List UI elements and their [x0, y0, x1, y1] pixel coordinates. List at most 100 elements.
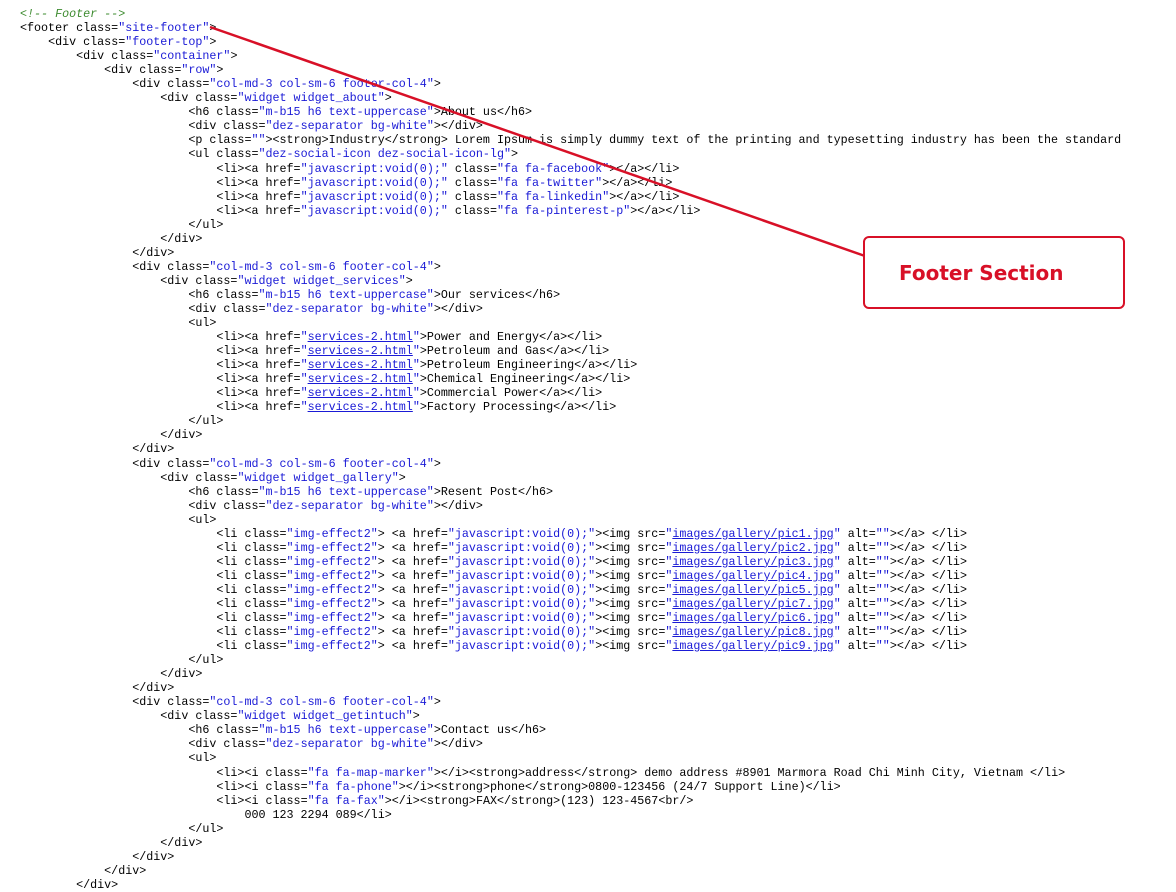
- code-token-val: "col-md-3 col-sm-6 footer-col-4": [209, 695, 434, 710]
- code-token-val: "container": [153, 49, 231, 64]
- code-token-tag: </a></li>: [553, 400, 617, 415]
- code-token-text: Power and Energy: [426, 330, 540, 345]
- code-token-link[interactable]: images/gallery/pic2.jpg: [672, 541, 833, 555]
- code-token-val: "": [875, 596, 890, 611]
- code-token-val: "col-md-3 col-sm-6 footer-col-4": [209, 456, 434, 471]
- code-token-link[interactable]: services-2.html: [308, 358, 413, 372]
- code-line: <li><a href="services-2.html">Commercial…: [20, 386, 1121, 400]
- code-token-link[interactable]: services-2.html: [308, 344, 413, 358]
- code-token-tag: <div: [188, 498, 224, 513]
- code-token-tag: <div: [160, 91, 196, 106]
- code-token-tag: <li><a: [216, 372, 266, 387]
- code-token-attr: href=: [412, 582, 448, 597]
- code-token-val: ": [833, 639, 841, 654]
- code-line: <ul>: [20, 316, 1121, 330]
- code-token-tag: ><img: [595, 582, 638, 597]
- code-token-attr: class=: [216, 723, 259, 738]
- code-token-tag: <li><i: [216, 779, 266, 794]
- code-token-tag: ></a> </li>: [889, 639, 967, 654]
- code-token-tag: > <a: [377, 596, 413, 611]
- code-line: </div>: [20, 442, 1121, 456]
- code-token-tag: <li: [216, 611, 245, 626]
- code-token-val: "javascript:void(0);": [447, 526, 596, 541]
- code-line: <div class="dez-separator bg-white"></di…: [20, 499, 1121, 513]
- code-token-attr: href=: [265, 358, 301, 373]
- code-line: </div>: [20, 836, 1121, 850]
- code-token-val: "widget widget_gallery": [237, 470, 399, 485]
- code-token-tag: ><strong>: [265, 133, 329, 148]
- code-token-val: "img-effect2": [286, 540, 378, 555]
- code-token-val: "m-b15 h6 text-uppercase": [258, 287, 434, 302]
- code-token-val: "javascript:void(0);": [447, 554, 596, 569]
- code-token-tag: >: [510, 147, 518, 162]
- code-token-val: "fa fa-phone": [307, 779, 399, 794]
- code-token-val: ": [300, 386, 308, 401]
- code-line: <li><i class="fa fa-fax"></i><strong>FAX…: [20, 794, 1121, 808]
- code-token-attr: class=: [244, 596, 287, 611]
- code-token-tag: </ul>: [188, 653, 224, 668]
- code-token-link[interactable]: services-2.html: [308, 372, 413, 386]
- code-line: </div>: [20, 878, 1121, 892]
- code-token-link[interactable]: images/gallery/pic8.jpg: [672, 625, 833, 639]
- code-line: </div>: [20, 864, 1121, 878]
- footer-section-callout: Footer Section: [863, 236, 1125, 309]
- code-token-tag: <h6: [188, 484, 217, 499]
- code-token-link[interactable]: images/gallery/pic9.jpg: [672, 639, 833, 653]
- code-token-tag: </h6>: [525, 287, 561, 302]
- code-line: <li class="img-effect2"> <a href="javasc…: [20, 569, 1121, 583]
- code-token-tag: </ul>: [188, 217, 224, 232]
- code-token-val: "": [875, 526, 890, 541]
- code-token-text: Petroleum and Gas: [426, 344, 547, 359]
- code-line: <li><a href="services-2.html">Petroleum …: [20, 344, 1121, 358]
- code-token-tag: <div: [160, 709, 196, 724]
- code-token-text: demo address #8901 Marmora Road Chi Minh…: [637, 765, 1031, 780]
- code-line: <li class="img-effect2"> <a href="javasc…: [20, 639, 1121, 653]
- code-token-link[interactable]: images/gallery/pic7.jpg: [672, 597, 833, 611]
- code-token-val: "fa fa-pinterest-p": [496, 203, 631, 218]
- code-token-attr: alt=: [840, 611, 876, 626]
- code-token-link[interactable]: services-2.html: [308, 386, 413, 400]
- code-line: <li><i class="fa fa-map-marker"></i><str…: [20, 766, 1121, 780]
- code-token-tag: </li>: [356, 807, 392, 822]
- code-token-tag: > <a: [377, 526, 413, 541]
- code-token-tag: <li><a: [216, 400, 266, 415]
- code-token-link[interactable]: images/gallery/pic6.jpg: [672, 611, 833, 625]
- code-token-link[interactable]: images/gallery/pic4.jpg: [672, 569, 833, 583]
- code-token-attr: class=: [195, 273, 238, 288]
- code-token-tag: <li><i: [216, 793, 266, 808]
- code-token-attr: src=: [637, 596, 666, 611]
- code-token-attr: class=: [195, 470, 238, 485]
- code-token-tag: <div: [188, 119, 224, 134]
- code-line: <div class="col-md-3 col-sm-6 footer-col…: [20, 695, 1121, 709]
- code-token-attr: href=: [412, 568, 448, 583]
- code-token-link[interactable]: services-2.html: [308, 400, 413, 414]
- code-token-link[interactable]: images/gallery/pic3.jpg: [672, 555, 833, 569]
- code-line: <li class="img-effect2"> <a href="javasc…: [20, 625, 1121, 639]
- code-token-attr: class=: [216, 147, 259, 162]
- code-line: <div class="dez-separator bg-white"></di…: [20, 119, 1121, 133]
- code-token-val: "javascript:void(0);": [447, 568, 596, 583]
- code-line: 000 123 2294 089</li>: [20, 808, 1121, 822]
- code-token-attr: alt=: [840, 625, 876, 640]
- code-line: <li class="img-effect2"> <a href="javasc…: [20, 555, 1121, 569]
- code-token-attr: src=: [637, 582, 666, 597]
- code-token-tag: ></div>: [433, 119, 483, 134]
- code-token-tag: ></a> </li>: [889, 582, 967, 597]
- code-token-link[interactable]: services-2.html: [308, 330, 413, 344]
- code-token-val: ": [300, 400, 308, 415]
- code-token-link[interactable]: images/gallery/pic1.jpg: [672, 527, 833, 541]
- code-token-val: "footer-top": [125, 35, 210, 50]
- code-token-link[interactable]: images/gallery/pic5.jpg: [672, 583, 833, 597]
- code-line: <div class="footer-top">: [20, 35, 1121, 49]
- code-token-text: address: [525, 765, 575, 780]
- code-line: </ul>: [20, 414, 1121, 428]
